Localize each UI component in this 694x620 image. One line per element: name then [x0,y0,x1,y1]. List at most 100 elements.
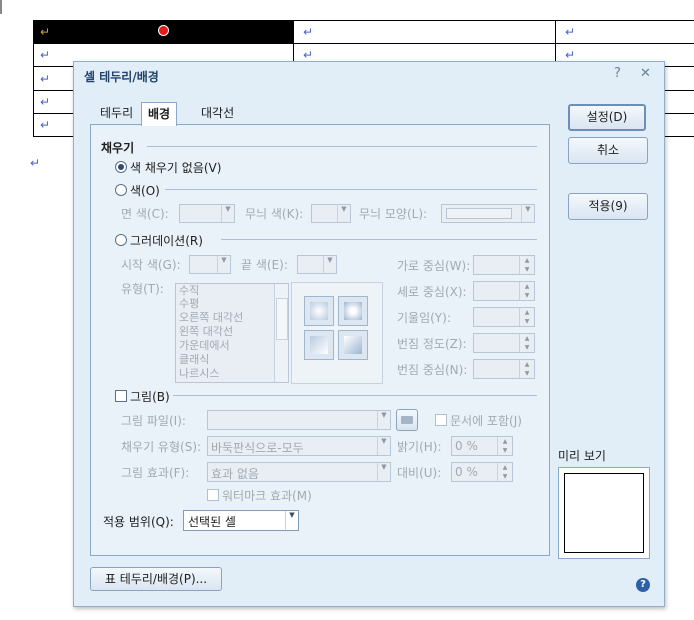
chevron-down-icon: ▼ [521,205,534,222]
h-center-spinner[interactable]: ▲ ▼ [473,255,535,275]
fill-type-dropdown[interactable]: 바둑판식으로-모두 ▼ [207,436,391,456]
gradation-sample[interactable] [304,296,334,326]
picture-effect-dropdown[interactable]: 효과 없음 ▼ [207,462,391,482]
help-button[interactable]: ? [636,578,650,592]
chevron-down-icon: ▼ [323,256,336,273]
gradation-type-list[interactable]: 수직 수평 오른쪽 대각선 왼쪽 대각선 가운데에서 클래식 나르시스 [175,283,289,383]
checkbox-icon [435,414,447,426]
blur-center-spinner[interactable]: ▲ ▼ [473,359,535,379]
cursor-dot [158,25,169,36]
background-panel: 채우기 색 채우기 없음(V) 색(O) 면 색(C): ▼ 무늬 색(K): … [90,124,550,556]
chevron-down-icon: ▼ [221,205,234,222]
cancel-button[interactable]: 취소 [568,137,648,164]
list-item[interactable]: 수평 [179,298,199,310]
gradation-sample[interactable] [338,296,368,326]
list-scrollbar[interactable] [274,284,288,382]
ok-button[interactable]: 설정(D) [568,104,646,131]
type-label: 유형(T): [121,282,164,296]
watermark-label: 워터마크 효과(M) [222,489,312,503]
table-border-background-button[interactable]: 표 테두리/배경(P)... [90,567,222,591]
return-mark: ↵ [40,118,51,132]
fill-type-label: 채우기 유형(S): [121,440,202,454]
apply-range-dropdown[interactable]: 선택된 셀 ▼ [183,510,299,531]
brightness-spinner[interactable]: 0 % ▲ ▼ [451,436,513,456]
contrast-label: 대비(U): [397,466,442,480]
tilt-label: 기울임(Y): [397,311,451,325]
contrast-value: 0 % [455,465,478,479]
return-mark: ↵ [303,25,314,39]
preview-cell [564,473,644,553]
gradation-preview-grid [291,282,383,384]
spinner-arrows-icon: ▲ ▼ [519,360,534,378]
pattern-color-label: 무늬 색(K): [245,207,304,221]
picture-effect-value: 효과 없음 [211,467,259,481]
picture-label: 그림(B) [130,390,170,404]
apply-range-value: 선택된 셀 [188,515,236,529]
close-icon[interactable]: ✕ [640,66,651,81]
pattern-shape-dropdown[interactable]: ▼ [441,204,535,223]
h-center-label: 가로 중심(W): [397,259,471,273]
pattern-color-dropdown[interactable]: ▼ [311,204,351,223]
spinner-arrows-icon: ▲ ▼ [519,256,534,274]
apply-button[interactable]: 적용(9) [568,193,648,220]
checkbox-icon [207,489,219,501]
list-item[interactable]: 나르시스 [179,368,219,380]
picture-file-dropdown[interactable]: ▼ [207,410,391,430]
no-color-radio[interactable]: 색 채우기 없음(V) [115,159,221,176]
start-color-label: 시작 색(G): [121,258,181,272]
return-mark: ↵ [565,48,576,62]
fill-section-label: 채우기 [101,141,135,155]
blur-degree-label: 번짐 정도(Z): [397,337,467,351]
end-color-dropdown[interactable]: ▼ [297,255,337,274]
list-item[interactable]: 왼쪽 대각선 [179,326,233,338]
return-mark: ↵ [40,48,51,62]
face-color-dropdown[interactable]: ▼ [179,204,235,223]
chevron-down-icon: ▼ [377,411,390,429]
return-mark: ↵ [30,156,41,170]
apply-range-label: 적용 범위(Q): [103,515,174,529]
no-color-label: 색 채우기 없음(V) [130,161,222,175]
return-mark: ↵ [303,48,314,62]
list-item[interactable]: 클래식 [179,354,209,366]
face-color-label: 면 색(C): [121,207,169,221]
end-color-label: 끝 색(E): [241,258,288,272]
chevron-down-icon: ▼ [377,437,390,455]
tilt-spinner[interactable]: ▲ ▼ [473,307,535,327]
picture-checkbox[interactable]: 그림(B) [115,388,170,405]
color-radio[interactable]: 색(O) [115,182,160,199]
list-item[interactable]: 오른쪽 대각선 [179,312,243,324]
dialog-title: 셀 테두리/배경 [84,70,159,84]
include-in-doc-checkbox[interactable]: 문서에 포함(J) [435,412,522,429]
v-center-label: 세로 중심(X): [397,285,467,299]
tab-diagonal[interactable]: 대각선 [195,102,240,124]
spinner-arrows-icon: ▲ ▼ [519,282,534,300]
brightness-value: 0 % [455,439,478,453]
gradation-radio[interactable]: 그러데이션(R) [115,232,203,249]
gradation-label: 그러데이션(R) [130,234,203,248]
preview-label: 미리 보기 [558,449,606,463]
pattern-shape-label: 무늬 모양(L): [359,207,428,221]
chevron-down-icon: ▼ [217,256,230,273]
radio-off-icon [115,184,127,196]
start-color-dropdown[interactable]: ▼ [189,255,231,274]
gradation-sample[interactable] [304,330,334,360]
brightness-label: 밝기(H): [397,440,442,454]
tab-background[interactable]: 배경 [141,102,178,126]
color-label: 색(O) [130,184,160,198]
spinner-arrows-icon: ▲ ▼ [519,308,534,326]
preview-box [558,467,650,559]
list-item[interactable]: 가운데에서 [179,340,230,352]
chevron-down-icon: ▼ [285,511,298,530]
picture-effect-label: 그림 효과(F): [121,466,190,480]
blur-degree-spinner[interactable]: ▲ ▼ [473,333,535,353]
folder-open-button[interactable] [396,409,418,431]
checkbox-icon [115,390,127,402]
contrast-spinner[interactable]: 0 % ▲ ▼ [451,462,513,482]
watermark-checkbox[interactable]: 워터마크 효과(M) [207,487,312,504]
tab-border[interactable]: 테두리 [94,102,139,124]
help-icon[interactable]: ? [614,66,621,81]
v-center-spinner[interactable]: ▲ ▼ [473,281,535,301]
spinner-arrows-icon: ▲ ▼ [519,334,534,352]
list-item[interactable]: 수직 [179,285,199,297]
gradation-sample[interactable] [338,330,368,360]
